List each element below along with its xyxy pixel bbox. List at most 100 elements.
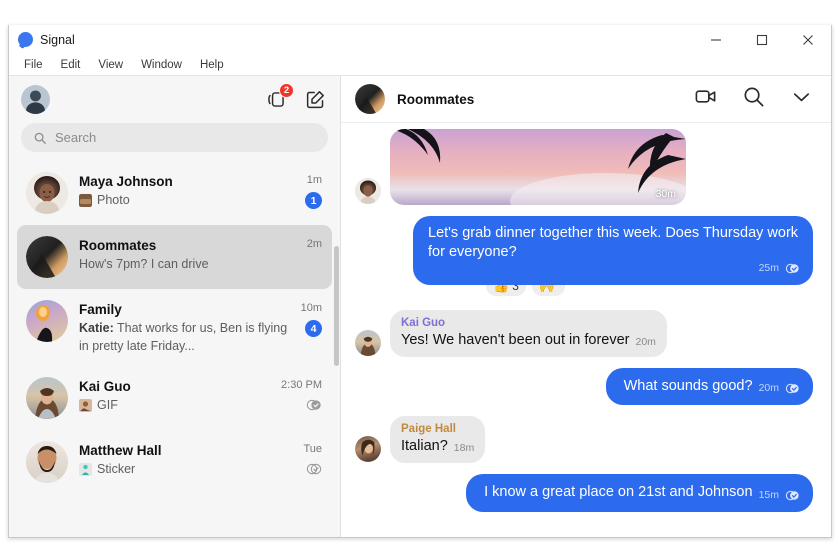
snippet-text: Katie: That works for us, Ben is flying …: [79, 320, 290, 355]
menu-window[interactable]: Window: [133, 57, 190, 73]
message-text: What sounds good?: [623, 377, 753, 394]
conversation-main: Maya Johnson Photo: [79, 172, 294, 210]
conversation-name: Roommates: [79, 238, 157, 253]
avatar: [26, 377, 68, 420]
minimize-icon[interactable]: [693, 25, 739, 54]
window-title: Signal: [40, 32, 75, 47]
page-title: Roommates: [397, 91, 475, 107]
sidebar-toolbar: 2: [9, 76, 340, 123]
message-timestamp: 30m: [655, 188, 676, 200]
conversation-meta: 2:30 PM: [281, 377, 322, 413]
message-bubble-incoming[interactable]: Paige Hall Italian? 18m: [390, 416, 486, 464]
conversation-item-matthew-hall[interactable]: Matthew Hall Sticker Tue: [17, 430, 332, 494]
search-icon[interactable]: [742, 85, 765, 113]
search-area: [9, 123, 340, 161]
sidebar-scrollbar[interactable]: [334, 246, 339, 366]
group-avatar[interactable]: [355, 84, 385, 114]
menu-help[interactable]: Help: [192, 57, 232, 73]
conversation-actions: [694, 85, 813, 113]
menu-view[interactable]: View: [90, 57, 131, 73]
search-input[interactable]: [55, 130, 316, 145]
conversation-snippet: Katie: That works for us, Ben is flying …: [79, 320, 290, 355]
close-icon[interactable]: [785, 25, 831, 54]
message-text: Let's grab dinner together this week. Do…: [428, 225, 799, 261]
message-timestamp: 15m: [758, 488, 779, 501]
profile-avatar[interactable]: [21, 85, 50, 114]
message-list[interactable]: 30m Let's grab dinner together this week…: [341, 123, 831, 537]
sidebar-actions: 2: [266, 83, 326, 110]
video-call-icon[interactable]: [694, 85, 717, 113]
conversation-snippet: Sticker: [79, 461, 292, 479]
read-receipt-icon: [306, 461, 322, 477]
snippet-text: Sticker: [97, 462, 136, 477]
search-icon: [33, 131, 47, 145]
message-timestamp: 20m: [758, 382, 779, 395]
message-bubble-outgoing[interactable]: I know a great place on 21st and Johnson…: [466, 474, 813, 512]
conversation-time: 1m: [306, 174, 322, 186]
menu-edit[interactable]: Edit: [53, 57, 89, 73]
search-box[interactable]: [21, 123, 328, 152]
conversation-meta: 1m 1: [305, 172, 322, 209]
avatar: [26, 236, 68, 278]
snippet-text: GIF: [97, 398, 118, 413]
read-receipt-icon: [785, 381, 800, 396]
read-receipt-icon: [785, 261, 800, 276]
conversation-time: Tue: [303, 443, 322, 456]
message-row-outgoing-3: I know a great place on 21st and Johnson…: [355, 474, 813, 512]
message-line: I know a great place on 21st and Johnson…: [484, 483, 800, 502]
title-bar: Signal: [9, 25, 831, 54]
conversation-name: Family: [79, 302, 122, 317]
snippet-text: Photo: [97, 193, 130, 208]
message-image[interactable]: 30m: [390, 129, 686, 205]
conversation-main: Roommates How's 7pm? I can drive: [79, 236, 296, 274]
unread-badge: 1: [305, 192, 322, 209]
compose-icon[interactable]: [305, 89, 326, 110]
message-footer: 25m: [428, 261, 800, 276]
chevron-down-icon[interactable]: [790, 85, 813, 113]
conversation-item-roommates[interactable]: Roommates How's 7pm? I can drive 2m: [17, 225, 332, 289]
avatar: [355, 329, 381, 356]
read-receipt-icon: [306, 397, 322, 413]
read-receipt-icon: [785, 488, 800, 503]
conversation-meta: 2m: [307, 236, 322, 250]
message-timestamp: 20m: [635, 335, 656, 348]
message-line: What sounds good? 20m: [624, 377, 800, 396]
maximize-icon[interactable]: [739, 25, 785, 54]
stories-icon[interactable]: 2: [266, 83, 294, 110]
message-row-incoming-paige-hall: Paige Hall Italian? 18m: [355, 416, 813, 464]
message-bubble-outgoing[interactable]: What sounds good? 20m: [605, 367, 813, 406]
avatar: [26, 172, 68, 214]
message-row-outgoing-2: What sounds good? 20m: [355, 367, 813, 406]
conversation-snippet: GIF: [79, 397, 270, 415]
conversation-snippet: Photo: [79, 192, 294, 210]
message-sender: Kai Guo: [401, 316, 446, 329]
conversation-meta: 10m 4: [301, 300, 322, 337]
avatar: [26, 441, 68, 484]
conversation-list[interactable]: Maya Johnson Photo 1m 1 Roommates How's …: [9, 161, 340, 537]
message-text: I know a great place on 21st and Johnson: [484, 484, 753, 501]
title-bar-left: Signal: [9, 32, 75, 47]
message-text: Yes! We haven't been out in forever: [401, 331, 630, 348]
conversation-main: Kai Guo GIF: [79, 377, 270, 415]
conversation-item-family[interactable]: Family Katie: That works for us, Ben is …: [17, 289, 332, 366]
avatar: [26, 300, 68, 342]
menu-file[interactable]: File: [16, 57, 51, 73]
conversation-item-kai-guo[interactable]: Kai Guo GIF 2:30 PM: [17, 366, 332, 430]
message-text: Italian?: [401, 438, 448, 455]
conversation-name: Kai Guo: [79, 379, 131, 395]
conversation-time: 2m: [306, 238, 322, 250]
unread-badge: 4: [305, 320, 322, 337]
message-bubble-incoming[interactable]: Kai Guo Yes! We haven't been out in fore…: [390, 309, 667, 357]
snippet-sender: Katie:: [79, 321, 114, 336]
avatar: [355, 178, 381, 204]
conversation-time: 2:30 PM: [281, 379, 322, 392]
conversation-name: Maya Johnson: [79, 174, 173, 189]
conversation-item-maya-johnson[interactable]: Maya Johnson Photo 1m 1: [17, 161, 332, 225]
signal-logo-icon: [18, 32, 33, 47]
conversation-name: Matthew Hall: [79, 443, 162, 459]
gif-thumb-icon: [79, 399, 92, 413]
message-timestamp: 25m: [758, 262, 779, 275]
conversation-header: Roommates: [341, 76, 831, 123]
message-bubble-outgoing[interactable]: Let's grab dinner together this week. Do…: [413, 216, 813, 285]
conversation-time: 10m: [300, 302, 322, 314]
